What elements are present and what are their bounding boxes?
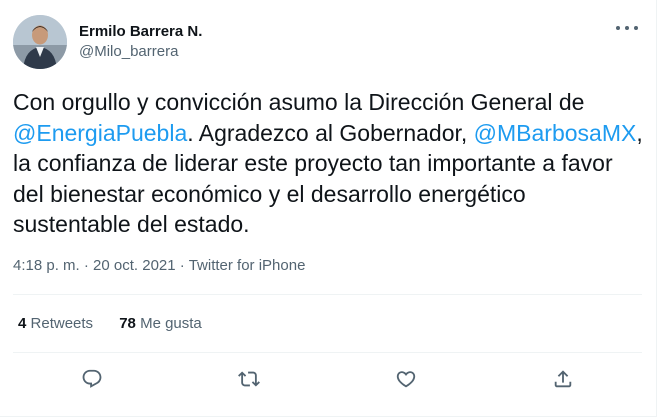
dot <box>625 26 629 30</box>
dot <box>616 26 620 30</box>
separator: · <box>175 257 189 274</box>
retweets-count: 4 <box>18 315 27 332</box>
like-icon[interactable] <box>387 360 425 398</box>
tweet-text-part: . Agradezco al Gobernador, <box>187 119 474 146</box>
divider <box>13 352 642 353</box>
likes-count: 78 <box>119 315 136 332</box>
retweets-stat[interactable]: 4 Retweets <box>18 314 93 334</box>
tweet-card: Ermilo Barrera N. @Milo_barrera Con orgu… <box>0 0 657 417</box>
share-icon[interactable] <box>544 360 582 398</box>
avatar[interactable] <box>13 15 67 69</box>
tweet-time[interactable]: 4:18 p. m. <box>13 257 80 274</box>
retweets-label: Retweets <box>30 315 94 332</box>
dot <box>634 26 638 30</box>
tweet-actions <box>13 360 642 398</box>
tweet-stats: 4 Retweets 78 Me gusta <box>18 314 224 334</box>
author-names: Ermilo Barrera N. @Milo_barrera <box>79 22 202 62</box>
retweet-icon[interactable] <box>230 360 268 398</box>
reply-icon[interactable] <box>73 360 111 398</box>
divider <box>13 294 642 295</box>
tweet-header: Ermilo Barrera N. @Milo_barrera <box>13 15 642 69</box>
author-display-name[interactable]: Ermilo Barrera N. <box>79 22 202 42</box>
tweet-date[interactable]: 20 oct. 2021 <box>93 257 176 274</box>
author-handle[interactable]: @Milo_barrera <box>79 42 202 62</box>
separator: · <box>79 257 94 274</box>
likes-label: Me gusta <box>140 315 202 332</box>
tweet-meta: 4:18 p. m. · 20 oct. 2021 · Twitter for … <box>13 256 305 276</box>
more-options-icon[interactable] <box>616 19 638 37</box>
likes-stat[interactable]: 78 Me gusta <box>119 314 202 334</box>
tweet-text: Con orgullo y convicción asumo la Direcc… <box>13 87 643 240</box>
mention-link[interactable]: @EnergiaPuebla <box>13 120 187 146</box>
tweet-source[interactable]: Twitter for iPhone <box>189 257 306 274</box>
tweet-text-part: Con orgullo y convicción asumo la Direcc… <box>13 89 585 115</box>
mention-link[interactable]: @MBarbosaMX <box>474 120 637 146</box>
